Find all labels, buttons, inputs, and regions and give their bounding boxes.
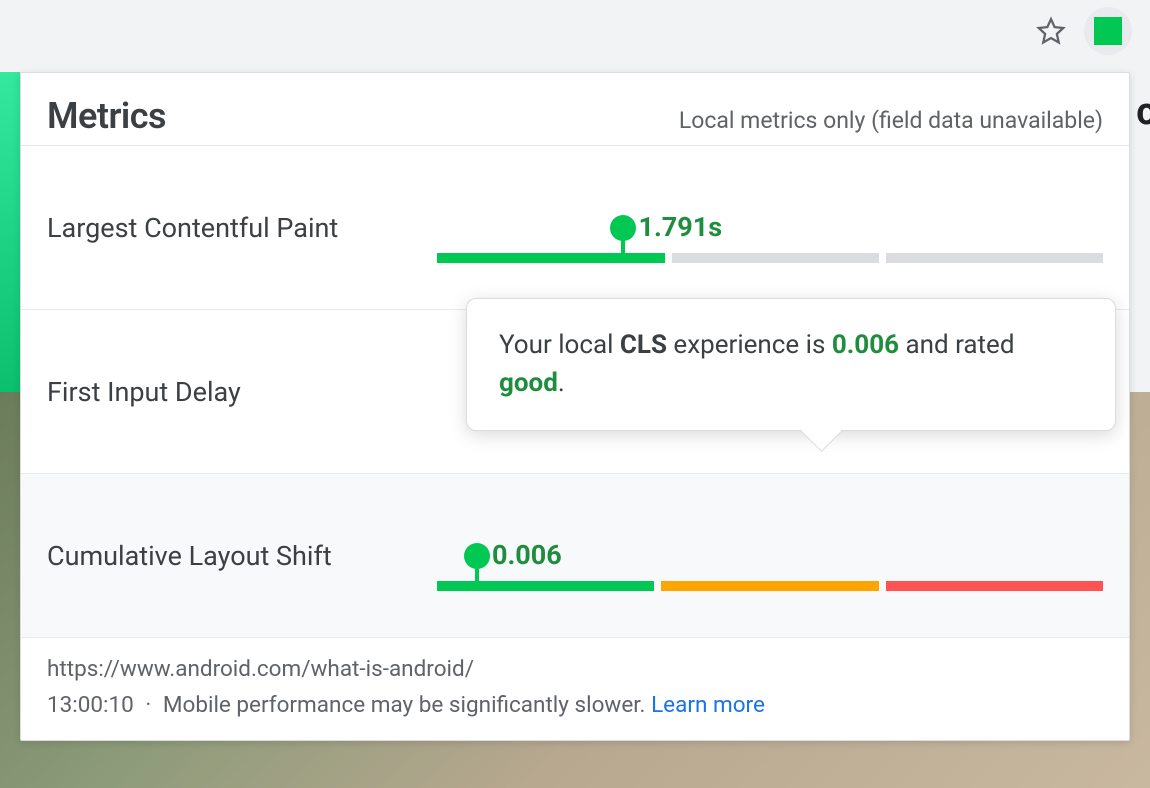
- bookmark-star-icon[interactable]: [1036, 16, 1066, 46]
- footer-line: 13:00:10 · Mobile performance may be sig…: [47, 692, 1103, 718]
- gauge-segment-poor: [886, 253, 1103, 263]
- marker-stem: [475, 567, 479, 591]
- panel-title: Metrics: [47, 95, 166, 137]
- tooltip-value: 0.006: [832, 330, 899, 360]
- metric-label-lcp: Largest Contentful Paint: [47, 212, 437, 244]
- footer-note: Mobile performance may be significantly …: [163, 692, 646, 718]
- marker-stem: [621, 239, 625, 263]
- tooltip-rating: good: [499, 368, 558, 398]
- metric-gauge-lcp: 1.791s: [437, 193, 1103, 263]
- panel-subtitle: Local metrics only (field data unavailab…: [679, 107, 1103, 134]
- gauge-marker-lcp: 1.791s: [610, 215, 636, 263]
- metric-value-lcp: 1.791s: [638, 211, 722, 243]
- page-background-accent: [0, 72, 20, 392]
- learn-more-link[interactable]: Learn more: [651, 692, 765, 718]
- tooltip-metric-abbr: CLS: [620, 330, 667, 360]
- browser-omnibox: [0, 0, 1150, 62]
- panel-footer: https://www.android.com/what-is-android/…: [21, 637, 1129, 740]
- footer-timestamp: 13:00:10: [47, 692, 134, 718]
- marker-dot-icon: [610, 215, 636, 241]
- gauge-segment-poor: [886, 581, 1103, 591]
- metric-row-lcp: Largest Contentful Paint 1.791s: [21, 145, 1129, 309]
- extension-status-icon: [1094, 17, 1122, 45]
- tooltip-mid: experience is: [667, 330, 832, 360]
- gauge-bar: [437, 253, 1103, 263]
- web-vitals-popover: Metrics Local metrics only (field data u…: [20, 72, 1130, 741]
- extension-badge[interactable]: [1084, 7, 1132, 55]
- metric-tooltip: Your local CLS experience is 0.006 and r…: [466, 298, 1116, 431]
- metric-gauge-cls: 0.006: [437, 521, 1103, 591]
- page-behind-glyph: c: [1136, 90, 1150, 134]
- metric-row-cls[interactable]: Cumulative Layout Shift 0.006: [21, 473, 1129, 637]
- gauge-bar: [437, 581, 1103, 591]
- metric-label-cls: Cumulative Layout Shift: [47, 540, 437, 572]
- gauge-segment-ni: [672, 253, 878, 263]
- tooltip-end: .: [558, 368, 565, 398]
- gauge-marker-cls: 0.006: [464, 543, 490, 591]
- metric-value-cls: 0.006: [492, 539, 562, 571]
- metric-label-fid: First Input Delay: [47, 376, 437, 408]
- gauge-segment-ni: [661, 581, 878, 591]
- tooltip-tail: and rated: [899, 330, 1014, 360]
- footer-separator: ·: [145, 692, 151, 718]
- footer-url: https://www.android.com/what-is-android/: [47, 656, 1103, 682]
- tooltip-lead: Your local: [499, 330, 620, 360]
- marker-dot-icon: [464, 543, 490, 569]
- panel-header: Metrics Local metrics only (field data u…: [21, 73, 1129, 145]
